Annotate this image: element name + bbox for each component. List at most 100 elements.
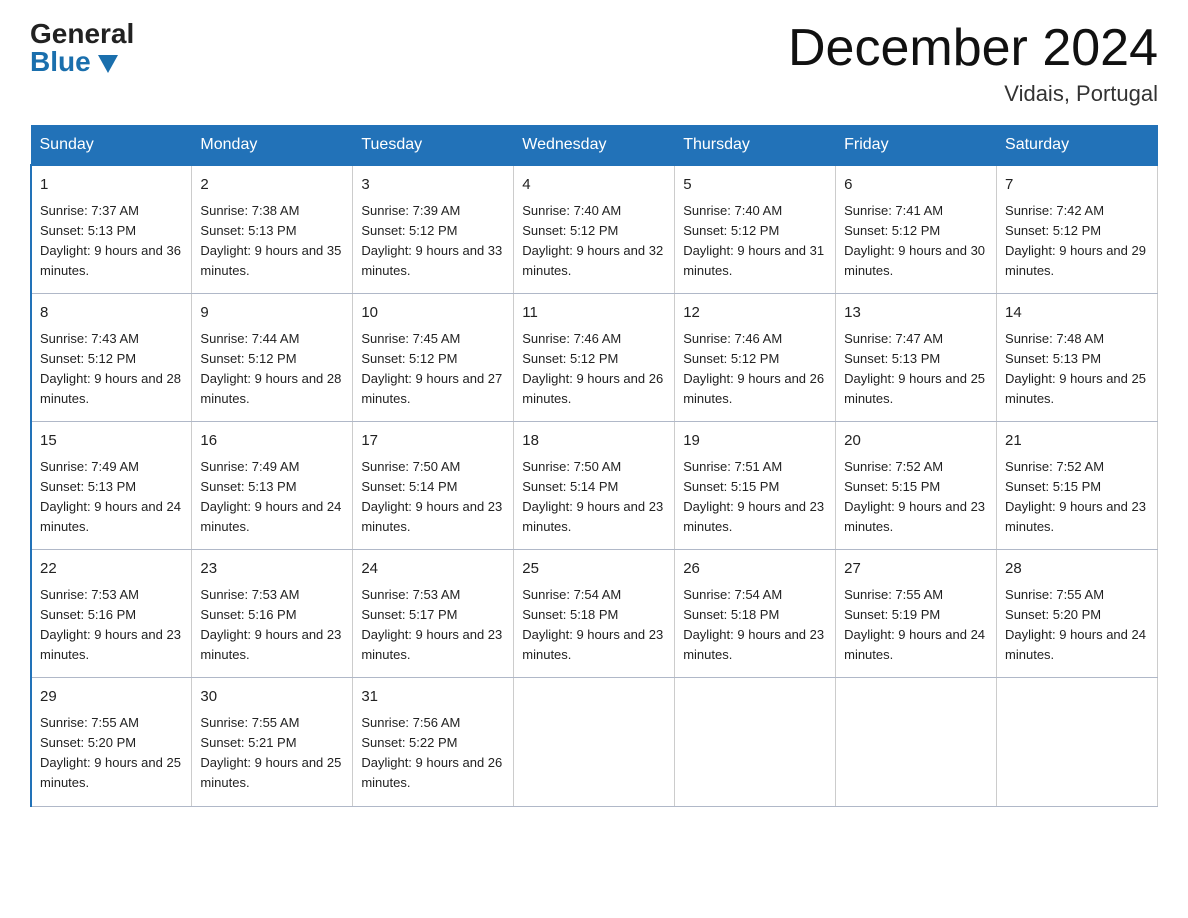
day-info: Sunrise: 7:44 AM Sunset: 5:12 PM Dayligh… xyxy=(200,329,344,410)
sunrise-label: Sunrise: 7:52 AM xyxy=(844,459,943,474)
sunrise-label: Sunrise: 7:53 AM xyxy=(200,587,299,602)
calendar-cell: 19 Sunrise: 7:51 AM Sunset: 5:15 PM Dayl… xyxy=(675,422,836,550)
daylight-label: Daylight: 9 hours and 23 minutes. xyxy=(683,499,824,534)
day-number: 7 xyxy=(1005,174,1149,197)
col-monday: Monday xyxy=(192,126,353,166)
day-number: 5 xyxy=(683,174,827,197)
calendar-cell: 24 Sunrise: 7:53 AM Sunset: 5:17 PM Dayl… xyxy=(353,550,514,678)
day-info: Sunrise: 7:40 AM Sunset: 5:12 PM Dayligh… xyxy=(683,201,827,282)
sunrise-label: Sunrise: 7:51 AM xyxy=(683,459,782,474)
calendar-cell: 15 Sunrise: 7:49 AM Sunset: 5:13 PM Dayl… xyxy=(31,422,192,550)
logo: General Blue xyxy=(30,20,134,76)
sunrise-label: Sunrise: 7:37 AM xyxy=(40,203,139,218)
daylight-label: Daylight: 9 hours and 25 minutes. xyxy=(200,755,341,790)
sunset-label: Sunset: 5:16 PM xyxy=(200,607,296,622)
page-header: General Blue December 2024 Vidais, Portu… xyxy=(30,20,1158,107)
sunset-label: Sunset: 5:12 PM xyxy=(844,223,940,238)
day-info: Sunrise: 7:55 AM Sunset: 5:20 PM Dayligh… xyxy=(1005,585,1149,666)
day-info: Sunrise: 7:50 AM Sunset: 5:14 PM Dayligh… xyxy=(361,457,505,538)
daylight-label: Daylight: 9 hours and 32 minutes. xyxy=(522,243,663,278)
day-number: 23 xyxy=(200,558,344,581)
logo-blue: Blue xyxy=(30,48,118,76)
day-number: 18 xyxy=(522,430,666,453)
day-info: Sunrise: 7:47 AM Sunset: 5:13 PM Dayligh… xyxy=(844,329,988,410)
sunrise-label: Sunrise: 7:43 AM xyxy=(40,331,139,346)
calendar-cell: 31 Sunrise: 7:56 AM Sunset: 5:22 PM Dayl… xyxy=(353,678,514,806)
calendar-cell: 25 Sunrise: 7:54 AM Sunset: 5:18 PM Dayl… xyxy=(514,550,675,678)
day-number: 1 xyxy=(40,174,183,197)
calendar-header: Sunday Monday Tuesday Wednesday Thursday… xyxy=(31,126,1158,166)
day-info: Sunrise: 7:52 AM Sunset: 5:15 PM Dayligh… xyxy=(844,457,988,538)
calendar-cell: 29 Sunrise: 7:55 AM Sunset: 5:20 PM Dayl… xyxy=(31,678,192,806)
calendar-cell: 13 Sunrise: 7:47 AM Sunset: 5:13 PM Dayl… xyxy=(836,294,997,422)
calendar-cell: 20 Sunrise: 7:52 AM Sunset: 5:15 PM Dayl… xyxy=(836,422,997,550)
sunset-label: Sunset: 5:18 PM xyxy=(683,607,779,622)
day-info: Sunrise: 7:48 AM Sunset: 5:13 PM Dayligh… xyxy=(1005,329,1149,410)
sunset-label: Sunset: 5:15 PM xyxy=(1005,479,1101,494)
calendar-week-5: 29 Sunrise: 7:55 AM Sunset: 5:20 PM Dayl… xyxy=(31,678,1158,806)
day-info: Sunrise: 7:49 AM Sunset: 5:13 PM Dayligh… xyxy=(200,457,344,538)
sunrise-label: Sunrise: 7:55 AM xyxy=(40,715,139,730)
day-number: 16 xyxy=(200,430,344,453)
day-info: Sunrise: 7:55 AM Sunset: 5:20 PM Dayligh… xyxy=(40,713,183,794)
calendar-cell xyxy=(997,678,1158,806)
day-number: 27 xyxy=(844,558,988,581)
sunrise-label: Sunrise: 7:38 AM xyxy=(200,203,299,218)
day-info: Sunrise: 7:54 AM Sunset: 5:18 PM Dayligh… xyxy=(522,585,666,666)
calendar-cell: 3 Sunrise: 7:39 AM Sunset: 5:12 PM Dayli… xyxy=(353,165,514,294)
calendar-cell: 18 Sunrise: 7:50 AM Sunset: 5:14 PM Dayl… xyxy=(514,422,675,550)
sunset-label: Sunset: 5:13 PM xyxy=(844,351,940,366)
daylight-label: Daylight: 9 hours and 25 minutes. xyxy=(1005,371,1146,406)
sunset-label: Sunset: 5:12 PM xyxy=(522,223,618,238)
sunset-label: Sunset: 5:20 PM xyxy=(40,735,136,750)
daylight-label: Daylight: 9 hours and 36 minutes. xyxy=(40,243,181,278)
day-number: 4 xyxy=(522,174,666,197)
day-info: Sunrise: 7:46 AM Sunset: 5:12 PM Dayligh… xyxy=(683,329,827,410)
day-number: 26 xyxy=(683,558,827,581)
sunrise-label: Sunrise: 7:45 AM xyxy=(361,331,460,346)
calendar-cell xyxy=(836,678,997,806)
day-number: 11 xyxy=(522,302,666,325)
logo-blue-text: Blue xyxy=(30,48,91,76)
sunset-label: Sunset: 5:12 PM xyxy=(1005,223,1101,238)
daylight-label: Daylight: 9 hours and 31 minutes. xyxy=(683,243,824,278)
calendar-cell: 10 Sunrise: 7:45 AM Sunset: 5:12 PM Dayl… xyxy=(353,294,514,422)
daylight-label: Daylight: 9 hours and 23 minutes. xyxy=(361,499,502,534)
sunset-label: Sunset: 5:21 PM xyxy=(200,735,296,750)
daylight-label: Daylight: 9 hours and 23 minutes. xyxy=(844,499,985,534)
sunset-label: Sunset: 5:16 PM xyxy=(40,607,136,622)
day-number: 3 xyxy=(361,174,505,197)
calendar-cell: 27 Sunrise: 7:55 AM Sunset: 5:19 PM Dayl… xyxy=(836,550,997,678)
calendar-cell: 5 Sunrise: 7:40 AM Sunset: 5:12 PM Dayli… xyxy=(675,165,836,294)
day-number: 29 xyxy=(40,686,183,709)
day-number: 31 xyxy=(361,686,505,709)
month-title: December 2024 xyxy=(788,20,1158,77)
daylight-label: Daylight: 9 hours and 23 minutes. xyxy=(200,627,341,662)
col-tuesday: Tuesday xyxy=(353,126,514,166)
sunset-label: Sunset: 5:12 PM xyxy=(361,223,457,238)
calendar-week-4: 22 Sunrise: 7:53 AM Sunset: 5:16 PM Dayl… xyxy=(31,550,1158,678)
sunset-label: Sunset: 5:13 PM xyxy=(1005,351,1101,366)
day-info: Sunrise: 7:54 AM Sunset: 5:18 PM Dayligh… xyxy=(683,585,827,666)
calendar-table: Sunday Monday Tuesday Wednesday Thursday… xyxy=(30,125,1158,806)
sunset-label: Sunset: 5:13 PM xyxy=(200,223,296,238)
logo-triangle-icon xyxy=(98,55,118,73)
sunset-label: Sunset: 5:14 PM xyxy=(522,479,618,494)
sunrise-label: Sunrise: 7:53 AM xyxy=(361,587,460,602)
daylight-label: Daylight: 9 hours and 23 minutes. xyxy=(361,627,502,662)
sunrise-label: Sunrise: 7:53 AM xyxy=(40,587,139,602)
calendar-cell xyxy=(514,678,675,806)
calendar-cell: 26 Sunrise: 7:54 AM Sunset: 5:18 PM Dayl… xyxy=(675,550,836,678)
sunset-label: Sunset: 5:13 PM xyxy=(40,479,136,494)
day-number: 30 xyxy=(200,686,344,709)
daylight-label: Daylight: 9 hours and 23 minutes. xyxy=(683,627,824,662)
sunrise-label: Sunrise: 7:49 AM xyxy=(200,459,299,474)
day-number: 20 xyxy=(844,430,988,453)
daylight-label: Daylight: 9 hours and 29 minutes. xyxy=(1005,243,1146,278)
day-number: 15 xyxy=(40,430,183,453)
sunset-label: Sunset: 5:13 PM xyxy=(40,223,136,238)
logo-general: General xyxy=(30,20,134,48)
sunrise-label: Sunrise: 7:54 AM xyxy=(522,587,621,602)
day-number: 12 xyxy=(683,302,827,325)
day-info: Sunrise: 7:43 AM Sunset: 5:12 PM Dayligh… xyxy=(40,329,183,410)
